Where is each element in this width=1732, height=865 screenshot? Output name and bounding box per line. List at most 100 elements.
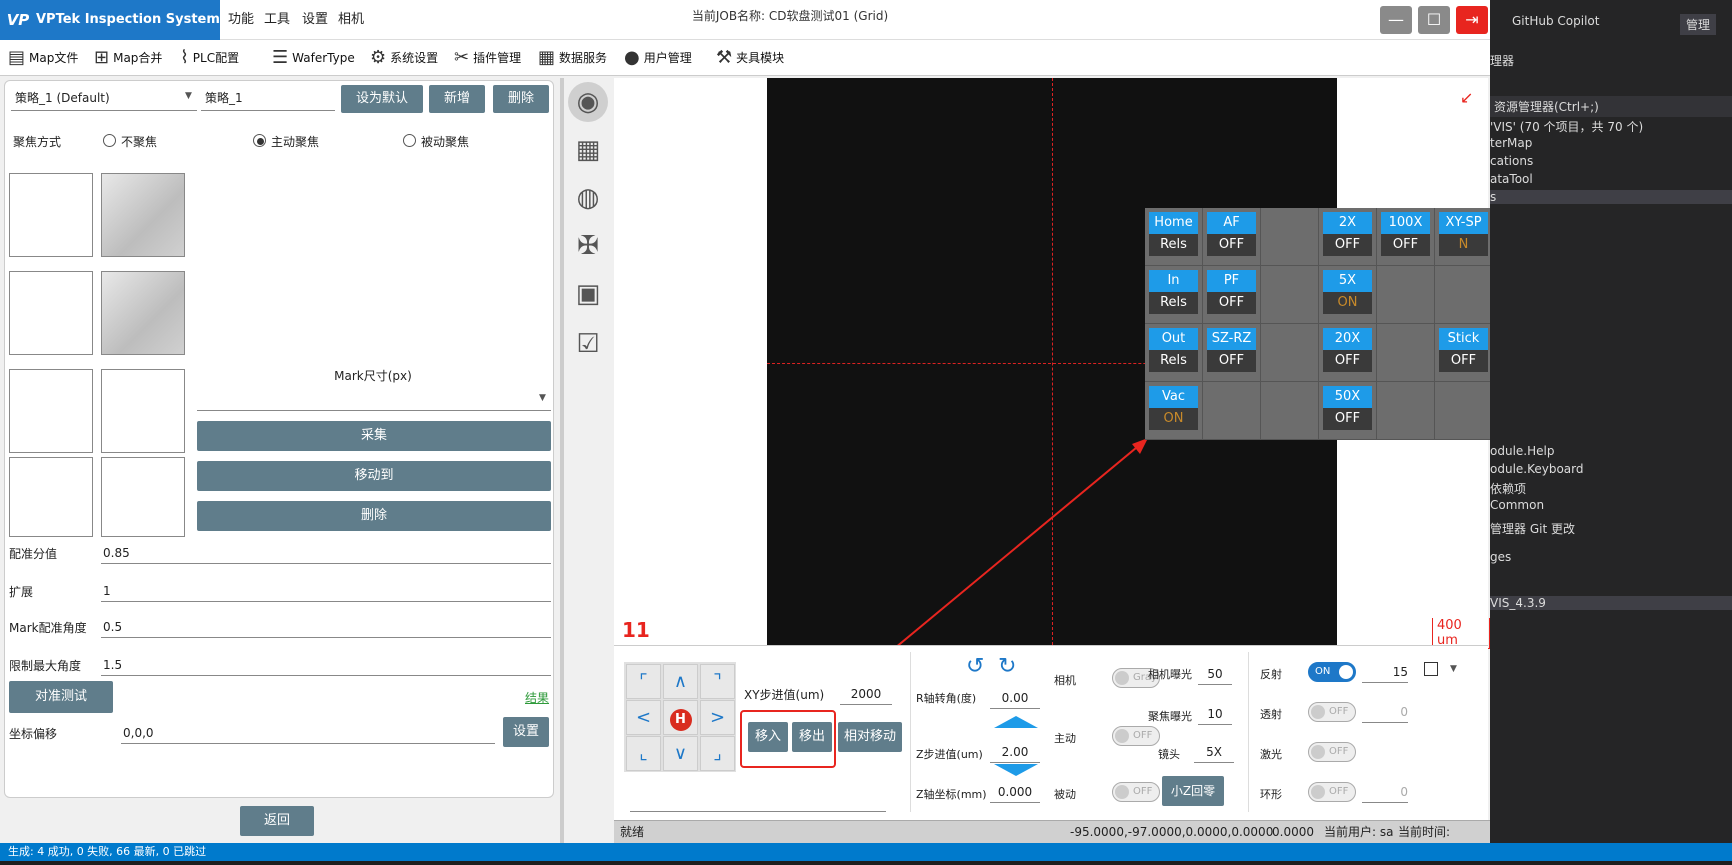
jog-down-left[interactable]: ⌞ <box>626 736 661 771</box>
transmit-value[interactable]: 0 <box>1362 702 1408 723</box>
io-cell-xy-sp[interactable]: XY-SP N <box>1435 208 1493 266</box>
laser-toggle[interactable]: OFF <box>1308 742 1356 762</box>
package-item[interactable]: VIS_4.3.9 <box>1490 596 1732 610</box>
toolbar-wafer-type[interactable]: ☰ WaferType <box>272 40 355 76</box>
mark-angle-input[interactable]: 0.5 <box>101 617 551 638</box>
move-out-button[interactable]: 移出 <box>792 722 832 752</box>
io-cell-2x[interactable]: 2X OFF <box>1319 208 1377 266</box>
reflect-value[interactable]: 15 <box>1362 662 1408 683</box>
tree-item[interactable]: s <box>1490 190 1732 204</box>
reflect-checkbox[interactable] <box>1424 662 1438 676</box>
toolbar-plugin-manager[interactable]: ✂ 插件管理 <box>454 40 521 76</box>
offset-set-button[interactable]: 设置 <box>503 717 549 747</box>
toolbar-map-file[interactable]: ▤ Map文件 <box>8 40 78 76</box>
jog-up-right[interactable]: ⌝ <box>700 664 735 699</box>
mark-image-slot[interactable] <box>9 271 93 355</box>
maximize-button[interactable]: ☐ <box>1418 6 1450 34</box>
jog-down-right[interactable]: ⌟ <box>700 736 735 771</box>
transmit-toggle[interactable]: OFF <box>1308 702 1356 722</box>
small-z-zero-button[interactable]: 小Z回零 <box>1162 776 1224 806</box>
tree-item[interactable]: odule.Help <box>1490 444 1554 458</box>
tree-item[interactable]: terMap <box>1490 136 1532 150</box>
mark-image-slot[interactable] <box>101 369 185 453</box>
io-cell-in[interactable]: In Rels <box>1145 266 1203 324</box>
tools-icon[interactable]: ✠ <box>568 226 608 266</box>
expand-input[interactable]: 1 <box>101 581 551 602</box>
tree-item[interactable]: Common <box>1490 498 1544 512</box>
jog-right[interactable]: > <box>700 700 735 735</box>
mark-image-slot[interactable] <box>101 457 185 537</box>
splitter[interactable] <box>560 78 564 843</box>
mark-image-slot[interactable] <box>9 457 93 537</box>
grid-wafer-icon[interactable]: ▦ <box>568 130 608 170</box>
collect-button[interactable]: 采集 <box>197 421 551 451</box>
toolbar-fixture-module[interactable]: ⚒ 夹具模块 <box>716 40 784 76</box>
jog-up-left[interactable]: ⌜ <box>626 664 661 699</box>
io-cell-5x[interactable]: 5X ON <box>1319 266 1377 324</box>
collapse-arrows-icon[interactable]: ↙ <box>1460 88 1473 107</box>
align-test-button[interactable]: 对准测试 <box>9 681 113 713</box>
mark-image-slot[interactable] <box>9 173 93 257</box>
toolbar-system-settings[interactable]: ⚙ 系统设置 <box>370 40 438 76</box>
io-cell-out[interactable]: Out Rels <box>1145 324 1203 382</box>
io-cell-sz-rz[interactable]: SZ-RZ OFF <box>1203 324 1261 382</box>
cam-exposure-input[interactable]: 50 <box>1198 664 1232 685</box>
tree-item[interactable]: 依赖项 <box>1490 480 1526 497</box>
io-cell-100x[interactable]: 100X OFF <box>1377 208 1435 266</box>
wafer-map-icon[interactable]: ◍ <box>568 178 608 218</box>
mark-image-thumbnail[interactable] <box>101 271 185 355</box>
max-angle-input[interactable]: 1.5 <box>101 655 551 676</box>
toolbar-plc-config[interactable]: ⌇ PLC配置 <box>180 40 239 76</box>
menu-tools[interactable]: 工具 <box>264 0 290 40</box>
result-link[interactable]: 结果 <box>525 689 549 706</box>
move-to-button[interactable]: 移动到 <box>197 461 551 491</box>
back-button[interactable]: 返回 <box>240 806 314 836</box>
mark-image-thumbnail[interactable] <box>101 173 185 257</box>
toolbar-map-merge[interactable]: ⊞ Map合并 <box>94 40 162 76</box>
io-cell-vac[interactable]: Vac ON <box>1145 382 1203 440</box>
tree-item[interactable]: 'VIS' (70 个项目，共 70 个) <box>1490 118 1643 135</box>
passive-toggle[interactable]: OFF <box>1112 782 1160 802</box>
r-angle-input[interactable]: 0.00 <box>990 688 1040 709</box>
jog-up[interactable]: ∧ <box>663 664 698 699</box>
strategy-name-input[interactable]: 策略_1 <box>201 87 335 111</box>
mark-size-select[interactable] <box>197 389 551 411</box>
close-button[interactable]: ⇥ <box>1456 6 1488 34</box>
toolbar-data-service[interactable]: ▦ 数据服务 <box>538 40 607 76</box>
jog-down[interactable]: ∨ <box>663 736 698 771</box>
io-cell-stick[interactable]: Stick OFF <box>1435 324 1493 382</box>
mark-image-slot[interactable] <box>9 369 93 453</box>
explorer-search[interactable]: 资源管理器(Ctrl+;) <box>1490 96 1732 117</box>
z-coord-input[interactable]: 0.000 <box>990 782 1040 803</box>
tree-item[interactable]: odule.Keyboard <box>1490 462 1584 476</box>
active-toggle[interactable]: OFF <box>1112 726 1160 746</box>
focus-exposure-input[interactable]: 10 <box>1198 704 1232 725</box>
camera-icon[interactable]: ◉ <box>568 82 608 122</box>
toolbar-user-manager[interactable]: ● 用户管理 <box>624 40 692 76</box>
jog-left[interactable]: < <box>626 700 661 735</box>
tree-item[interactable]: ataTool <box>1490 172 1533 186</box>
menu-function[interactable]: 功能 <box>228 0 254 40</box>
rotate-ccw-icon[interactable]: ↺ <box>966 654 984 679</box>
io-cell-pf[interactable]: PF OFF <box>1203 266 1261 324</box>
reflect-toggle[interactable]: ON <box>1308 662 1356 682</box>
radio-passive-focus[interactable] <box>403 134 416 147</box>
io-cell-50x[interactable]: 50X OFF <box>1319 382 1377 440</box>
io-cell-af[interactable]: AF OFF <box>1203 208 1261 266</box>
ring-toggle[interactable]: OFF <box>1308 782 1356 802</box>
checklist-icon[interactable]: ☑ <box>568 324 608 364</box>
io-cell-home[interactable]: Home Rels <box>1145 208 1203 266</box>
image-icon[interactable]: ▣ <box>568 274 608 314</box>
xy-step-input[interactable]: 2000 <box>840 684 892 705</box>
menu-camera[interactable]: 相机 <box>338 0 364 40</box>
rotate-cw-icon[interactable]: ↻ <box>998 654 1016 679</box>
move-in-button[interactable]: 移入 <box>748 722 788 752</box>
z-up-button[interactable] <box>994 716 1038 728</box>
manage-button[interactable]: 管理 <box>1680 14 1717 35</box>
ring-value[interactable]: 0 <box>1362 782 1408 803</box>
z-down-button[interactable] <box>994 764 1038 776</box>
delete-mark-button[interactable]: 删除 <box>197 501 551 531</box>
z-step-input[interactable]: 2.00 <box>990 742 1040 763</box>
home-button[interactable]: H <box>663 700 698 735</box>
match-score-input[interactable]: 0.85 <box>101 543 551 564</box>
